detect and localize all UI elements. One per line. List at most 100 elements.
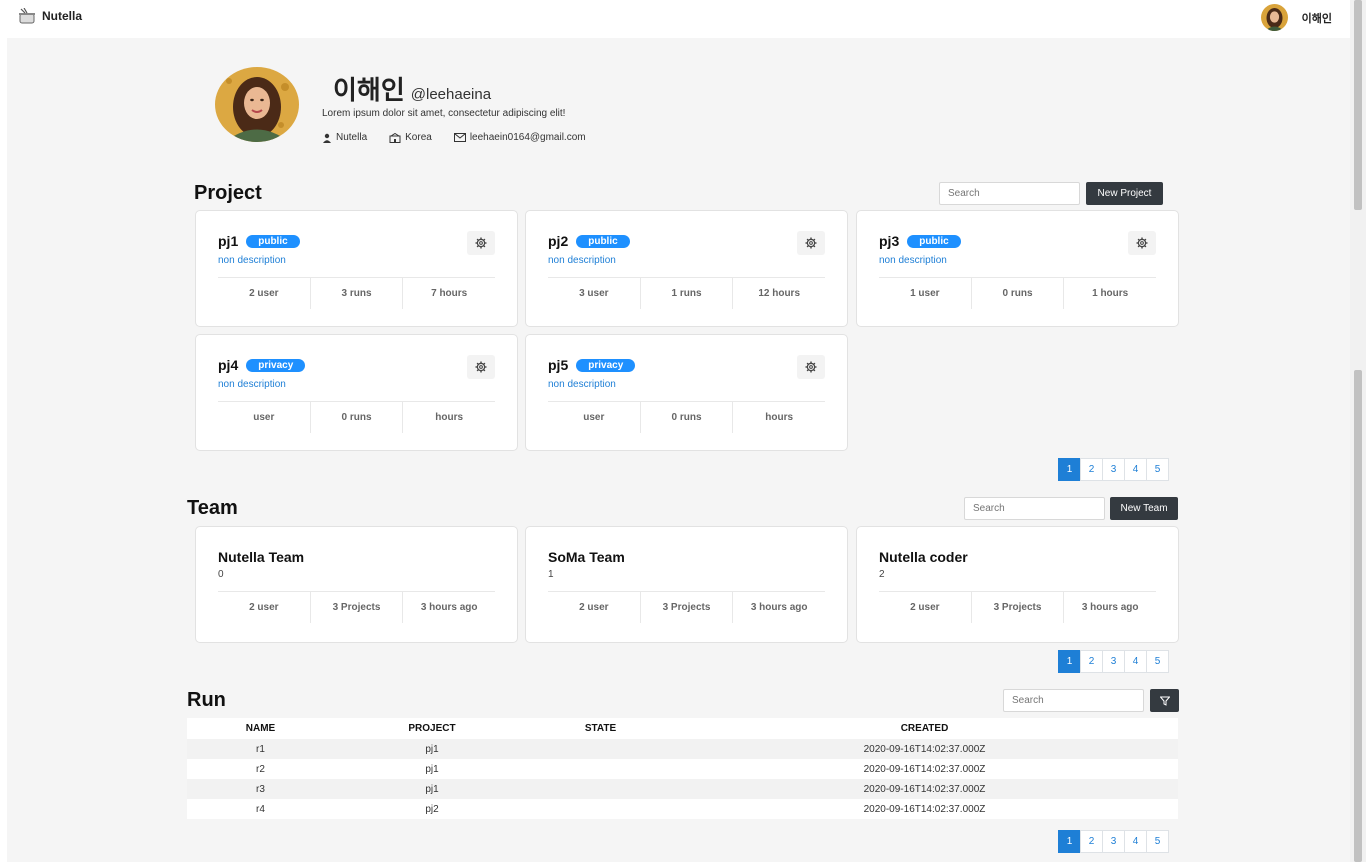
team-name[interactable]: Nutella Team — [218, 549, 304, 565]
team-name[interactable]: SoMa Team — [548, 549, 625, 565]
project-stats: 2 user 3 runs 7 hours — [218, 277, 495, 309]
run-search-input[interactable] — [1003, 689, 1144, 712]
project-card-title: pj2 public — [548, 233, 630, 249]
team-card[interactable]: Nutella Team 0 2 user 3 Projects 3 hours ago — [195, 526, 518, 643]
project-name[interactable]: pj5 — [548, 357, 568, 373]
page-button-1[interactable]: 1 — [1058, 458, 1081, 481]
page-button-4[interactable]: 4 — [1124, 830, 1147, 853]
gear-icon — [805, 237, 817, 249]
page-button-1[interactable]: 1 — [1058, 650, 1081, 673]
profile-location: Korea — [389, 132, 432, 143]
team-stat: 3 hours ago — [732, 592, 825, 623]
project-settings-button[interactable] — [467, 355, 495, 379]
project-stat: user — [253, 412, 275, 423]
pot-icon — [19, 8, 35, 24]
gear-icon — [475, 361, 487, 373]
project-card[interactable]: pj1 public non description 2 user 3 runs 7 ho… — [195, 210, 518, 327]
team-stat: 3 Projects — [309, 592, 403, 623]
page-button-2[interactable]: 2 — [1080, 650, 1103, 673]
table-row[interactable]: r2 pj1 2020-09-16T14:02:37.000Z — [187, 759, 1178, 779]
page-button-1[interactable]: 1 — [1058, 830, 1081, 853]
new-project-button[interactable]: New Project — [1086, 182, 1163, 205]
page-button-3[interactable]: 3 — [1102, 458, 1125, 481]
team-card[interactable]: SoMa Team 1 2 user 3 Projects 3 hours ago — [525, 526, 848, 643]
visibility-badge: public — [576, 234, 630, 248]
team-card-title: Nutella coder — [879, 549, 968, 565]
visibility-badge: public — [907, 234, 961, 248]
project-stats: 1 user 0 runs 1 hours — [879, 277, 1156, 309]
page-button-2[interactable]: 2 — [1080, 458, 1103, 481]
page-button-2[interactable]: 2 — [1080, 830, 1103, 853]
project-card[interactable]: pj2 public non description 3 user 1 runs 12 h… — [525, 210, 848, 327]
visibility-badge: public — [246, 234, 300, 248]
project-card-title: pj1 public — [218, 233, 300, 249]
app-logo[interactable]: Nutella — [18, 8, 82, 24]
run-cell: r3 — [187, 779, 334, 799]
project-card-title: pj3 public — [879, 233, 961, 249]
run-cell: pj1 — [334, 779, 530, 799]
profile-org: Nutella — [322, 132, 367, 143]
run-section-title: Run — [187, 689, 226, 711]
project-stat: 2 user — [249, 288, 279, 299]
page-button-5[interactable]: 5 — [1146, 650, 1169, 673]
run-cell: r4 — [187, 799, 334, 819]
project-card-title: pj5 privacy — [548, 357, 636, 373]
project-description: non description — [218, 379, 286, 390]
avatar[interactable] — [1260, 4, 1288, 31]
project-stat: hours — [402, 402, 495, 433]
team-card-title: Nutella Team — [218, 549, 304, 565]
project-name[interactable]: pj4 — [218, 357, 238, 373]
table-row[interactable]: r3 pj1 2020-09-16T14:02:37.000Z — [187, 779, 1178, 799]
profile-avatar — [215, 67, 299, 142]
table-row[interactable]: r1 pj1 2020-09-16T14:02:37.000Z — [187, 739, 1178, 759]
page-button-4[interactable]: 4 — [1124, 458, 1147, 481]
page-scrollbar[interactable] — [1350, 0, 1366, 862]
page-button-5[interactable]: 5 — [1146, 830, 1169, 853]
page-button-3[interactable]: 3 — [1102, 830, 1125, 853]
profile-name: 이해인 — [333, 75, 405, 105]
run-cell: r1 — [187, 739, 334, 759]
run-column-header: CREATED — [671, 718, 1178, 739]
run-cell: 2020-09-16T14:02:37.000Z — [671, 799, 1178, 819]
run-pagination: 12345 — [1058, 830, 1169, 853]
page-button-5[interactable]: 5 — [1146, 458, 1169, 481]
gear-icon — [1136, 237, 1148, 249]
team-card[interactable]: Nutella coder 2 2 user 3 Projects 3 hours ag… — [856, 526, 1179, 643]
project-card[interactable]: pj3 public non description 1 user 0 runs 1 ho… — [856, 210, 1179, 327]
page-button-3[interactable]: 3 — [1102, 650, 1125, 673]
run-filter-button[interactable] — [1150, 689, 1179, 712]
project-description: non description — [548, 255, 616, 266]
scrollbar-thumb-lower[interactable] — [1354, 370, 1362, 862]
project-settings-button[interactable] — [1128, 231, 1156, 255]
page-button-4[interactable]: 4 — [1124, 650, 1147, 673]
project-settings-button[interactable] — [797, 355, 825, 379]
scrollbar-thumb[interactable] — [1354, 0, 1362, 210]
project-card[interactable]: pj4 privacy non description user 0 runs hours — [195, 334, 518, 451]
project-section-title: Project — [194, 182, 262, 204]
project-stat: 1 user — [910, 288, 940, 299]
profile-email-text: leehaein0164@gmail.com — [469, 132, 586, 143]
team-stats: 2 user 3 Projects 3 hours ago — [548, 591, 825, 623]
project-stat: 1 hours — [1063, 278, 1156, 309]
project-name[interactable]: pj1 — [218, 233, 238, 249]
team-stat: 3 Projects — [639, 592, 733, 623]
project-name[interactable]: pj3 — [879, 233, 899, 249]
project-card[interactable]: pj5 privacy non description user 0 runs hours — [525, 334, 848, 451]
run-cell: 2020-09-16T14:02:37.000Z — [671, 779, 1178, 799]
run-column-header: PROJECT — [334, 718, 530, 739]
table-row[interactable]: r4 pj2 2020-09-16T14:02:37.000Z — [187, 799, 1178, 819]
team-name[interactable]: Nutella coder — [879, 549, 968, 565]
new-team-button[interactable]: New Team — [1110, 497, 1178, 520]
run-cell: pj1 — [334, 759, 530, 779]
profile-name-line: 이해인 @leehaeina — [333, 70, 491, 107]
team-stat: 3 Projects — [970, 592, 1064, 623]
team-search-input[interactable] — [964, 497, 1105, 520]
user-menu[interactable]: 이해인 — [1260, 4, 1332, 31]
project-settings-button[interactable] — [797, 231, 825, 255]
project-stat: hours — [732, 402, 825, 433]
project-name[interactable]: pj2 — [548, 233, 568, 249]
project-settings-button[interactable] — [467, 231, 495, 255]
profile-handle: @leehaeina — [410, 86, 492, 103]
run-cell — [530, 759, 671, 779]
project-search-input[interactable] — [939, 182, 1080, 205]
